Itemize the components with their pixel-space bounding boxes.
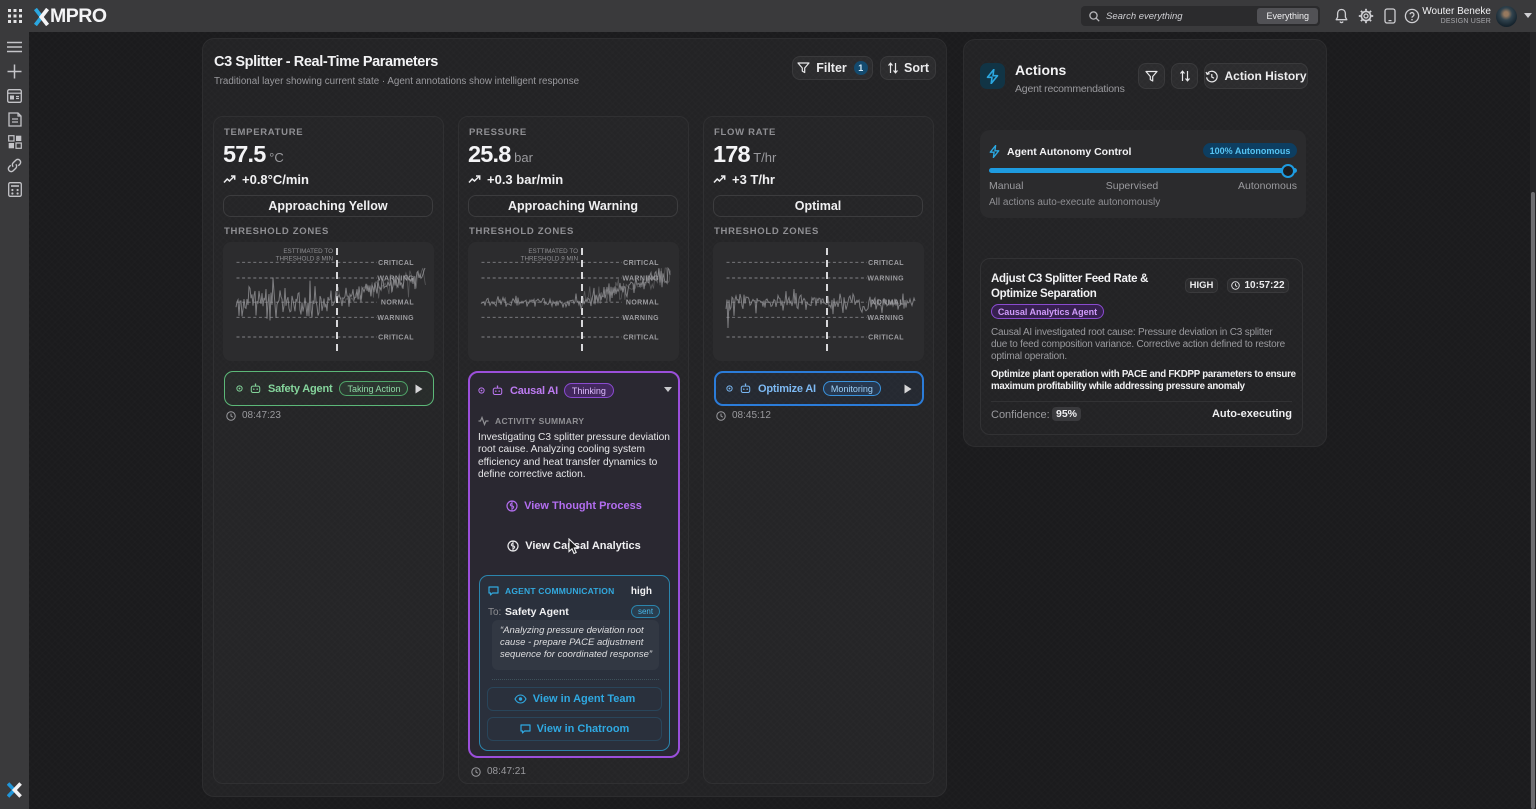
svg-text:ESTTIMATED TO: ESTTIMATED TO [283, 248, 333, 255]
svg-text:CRITICAL: CRITICAL [868, 260, 904, 267]
svg-text:CRITICAL: CRITICAL [378, 260, 414, 267]
svg-text:NORMAL: NORMAL [381, 300, 414, 307]
svg-text:WARNING: WARNING [867, 315, 904, 322]
svg-text:CRITICAL: CRITICAL [868, 335, 904, 342]
svg-text:WARNING: WARNING [377, 315, 414, 322]
svg-text:CRITICAL: CRITICAL [623, 260, 659, 267]
svg-text:CRITICAL: CRITICAL [623, 335, 659, 342]
svg-text:THRESHOLD 9 MIN: THRESHOLD 9 MIN [521, 256, 579, 263]
svg-text:NORMAL: NORMAL [626, 300, 659, 307]
svg-text:THRESHOLD 8 MIN: THRESHOLD 8 MIN [276, 256, 334, 263]
svg-text:CRITICAL: CRITICAL [378, 335, 414, 342]
svg-text:ESTTIMATED TO: ESTTIMATED TO [528, 248, 578, 255]
svg-text:WARNING: WARNING [867, 276, 904, 283]
svg-text:WARNING: WARNING [622, 315, 659, 322]
